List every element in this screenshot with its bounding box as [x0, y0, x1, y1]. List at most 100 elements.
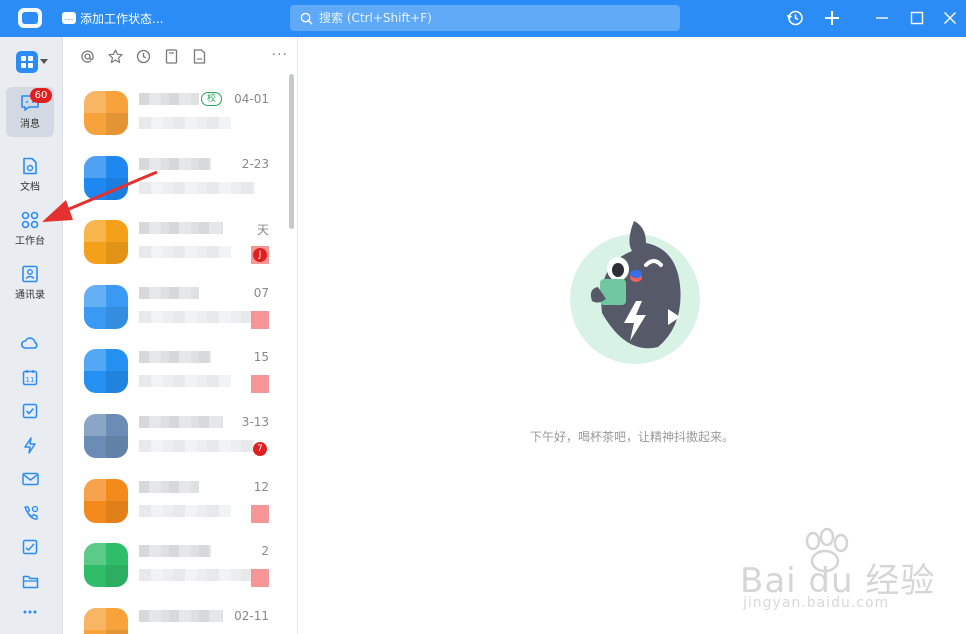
- bookmark-icon[interactable]: [163, 48, 179, 64]
- watermark-url: jingyan.baidu.com: [743, 595, 890, 611]
- filter-bar: ···: [63, 37, 297, 75]
- conversation-name: [139, 93, 199, 105]
- grid-icon: [21, 211, 39, 229]
- nav-label: 文档: [20, 182, 40, 193]
- history-icon[interactable]: [785, 8, 805, 28]
- conversation-list: ··· 校 04-01 2-23 天 J 07 15 3-13 7 12 2 02-11: [63, 37, 298, 634]
- maximize-icon[interactable]: [907, 8, 927, 28]
- lightning-icon[interactable]: [20, 435, 40, 455]
- dropdown-caret-icon: [40, 59, 48, 64]
- conversation-name: [139, 286, 199, 299]
- work-status-label: 添加工作状态...: [80, 11, 164, 26]
- mail-icon[interactable]: [20, 469, 40, 489]
- contacts-icon: [22, 265, 38, 283]
- conversation-time: 15: [253, 350, 269, 365]
- conversation-name: [139, 609, 223, 622]
- message-preview: [139, 117, 231, 129]
- app-logo[interactable]: [18, 8, 42, 28]
- minimize-icon[interactable]: [872, 8, 892, 28]
- avatar: [84, 543, 128, 588]
- baidu-jingyan-watermark: Bai du 经验 jingyan.baidu.com: [735, 525, 935, 615]
- apps-grid-icon: [16, 51, 38, 73]
- title-bar: … 添加工作状态...: [0, 0, 966, 37]
- doc-icon: [23, 157, 37, 175]
- avatar: [84, 284, 128, 329]
- at-icon[interactable]: [79, 48, 95, 64]
- conversation-name: [139, 416, 223, 428]
- todo-icon[interactable]: [20, 401, 40, 421]
- conversation-row[interactable]: 天J: [63, 210, 287, 274]
- avatar: [84, 91, 128, 135]
- phone-icon[interactable]: [20, 503, 40, 523]
- conversation-time: 2: [261, 544, 269, 559]
- conversation-time: 04-01: [234, 92, 269, 106]
- avatar: [84, 155, 128, 200]
- org-tag: 校: [201, 92, 223, 106]
- folder-icon[interactable]: [20, 571, 40, 591]
- blurred-media-thumb: [251, 569, 269, 588]
- avatar: [84, 349, 128, 394]
- search-input[interactable]: [319, 11, 659, 25]
- unread-badge: 7: [253, 442, 267, 456]
- avatar: [84, 478, 128, 523]
- nav-docs[interactable]: 文档: [6, 150, 54, 200]
- conversation-row[interactable]: 2: [63, 533, 287, 597]
- plus-icon[interactable]: [822, 8, 842, 28]
- nav-label: 通讯录: [15, 290, 45, 301]
- message-preview: [139, 246, 231, 259]
- blurred-media-thumb: [251, 504, 269, 523]
- message-preview: [139, 440, 255, 452]
- nav-label: 消息: [20, 119, 40, 130]
- svg-text:11: 11: [26, 376, 35, 384]
- conversation-row[interactable]: 3-13 7: [63, 404, 287, 468]
- message-preview: [139, 181, 255, 194]
- avatar: [84, 220, 128, 265]
- sidebar: 消息 文档 工作台 通讯录 11: [0, 37, 63, 634]
- file-icon[interactable]: [191, 48, 207, 64]
- nav-contacts[interactable]: 通讯录: [6, 258, 54, 308]
- cloud-icon[interactable]: [20, 333, 40, 353]
- conversation-row[interactable]: 2-23: [63, 146, 287, 210]
- calendar-icon[interactable]: 11: [20, 367, 40, 387]
- nav-workbench[interactable]: 工作台: [6, 204, 54, 254]
- mascot-illustration: [570, 221, 700, 364]
- work-status-button[interactable]: … 添加工作状态...: [62, 8, 163, 28]
- conversation-row[interactable]: 15: [63, 339, 287, 403]
- message-preview: [139, 310, 255, 323]
- list-scrollbar[interactable]: [289, 74, 294, 229]
- avatar: [84, 607, 128, 634]
- greeting-message: 下午好，喝杯茶吧，让精神抖擞起来。: [529, 430, 734, 444]
- app-switcher[interactable]: [16, 51, 52, 73]
- conversation-time: 07: [253, 285, 269, 300]
- search-box[interactable]: [290, 5, 680, 31]
- avatar: [84, 414, 128, 458]
- conversation-name: [139, 157, 211, 170]
- more-options-icon[interactable]: ···: [272, 47, 288, 63]
- conversation-row[interactable]: 02-11: [63, 598, 287, 634]
- status-bubble-icon: …: [62, 12, 76, 24]
- message-preview: [139, 569, 255, 582]
- conversation-row[interactable]: 12: [63, 469, 287, 533]
- conversation-time: 12: [253, 479, 269, 494]
- message-preview: [139, 375, 231, 388]
- conversation-time: 2-23: [241, 156, 269, 171]
- blurred-media-thumb: [251, 310, 269, 329]
- conversation-row[interactable]: 07: [63, 275, 287, 339]
- blurred-media-thumb: [251, 375, 269, 394]
- conversation-name: [139, 222, 223, 235]
- conversation-time: 02-11: [234, 608, 269, 623]
- star-icon[interactable]: [107, 48, 123, 64]
- conversation-time: 天: [256, 223, 269, 238]
- conversation-name: [139, 351, 211, 364]
- nav-label: 工作台: [15, 236, 45, 247]
- clock-icon[interactable]: [135, 48, 151, 64]
- more-icon[interactable]: [20, 602, 40, 622]
- conversation-row[interactable]: 校 04-01: [63, 81, 287, 145]
- conversation-time: 3-13: [241, 415, 269, 429]
- close-icon[interactable]: [940, 8, 960, 28]
- approval-icon[interactable]: [20, 537, 40, 557]
- messages-unread-badge: 60: [30, 88, 52, 103]
- conversation-name: [139, 545, 211, 558]
- conversation-name: [139, 480, 199, 493]
- search-icon: [300, 12, 313, 25]
